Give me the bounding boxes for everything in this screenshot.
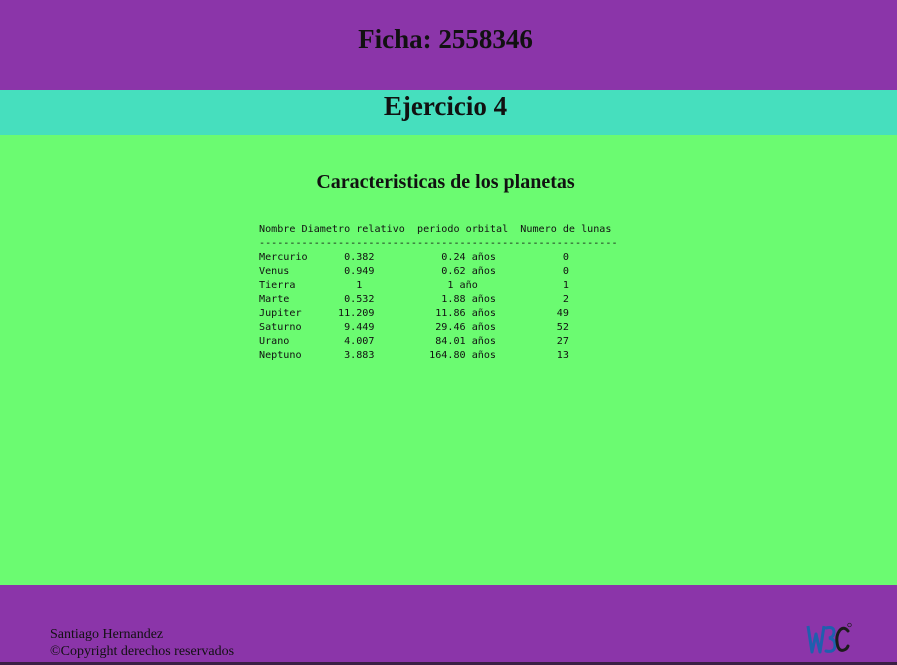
table-row: Venus 0.949 0.62 años 0: [259, 266, 569, 277]
table-row: Tierra 1 1 año 1: [259, 280, 569, 291]
exercise-title: Ejercicio 4: [383, 91, 508, 121]
table-row: Urano 4.007 84.01 años 27: [259, 336, 569, 347]
author-name: Santiago Hernandez: [50, 627, 164, 642]
exercise-banner: Ejercicio 4: [0, 90, 897, 135]
page-footer: Santiago Hernandez ©Copyright derechos r…: [0, 585, 897, 665]
table-row: Marte 0.532 1.88 años 2: [259, 294, 569, 305]
main-content: Caracteristicas de los planetas Nombre D…: [0, 135, 897, 585]
section-heading: Caracteristicas de los planetas: [316, 171, 575, 193]
table-row: Mercurio 0.382 0.24 años 0: [259, 252, 569, 263]
table-row: Neptuno 3.883 164.80 años 13: [259, 350, 569, 361]
table-row: Jupiter 11.209 11.86 años 49: [259, 308, 569, 319]
page-header: Ficha: 2558346: [0, 0, 897, 90]
table-header-row: Nombre Diametro relativo periodo orbital…: [259, 224, 612, 235]
w3c-logo-icon[interactable]: [806, 622, 852, 658]
table-row: Saturno 9.449 29.46 años 52: [259, 322, 569, 333]
planet-table: Nombre Diametro relativo periodo orbital…: [259, 223, 618, 363]
copyright-text: ©Copyright derechos reservados: [50, 644, 235, 659]
table-separator: ----------------------------------------…: [259, 238, 618, 249]
ficha-title: Ficha: 2558346: [358, 24, 533, 54]
